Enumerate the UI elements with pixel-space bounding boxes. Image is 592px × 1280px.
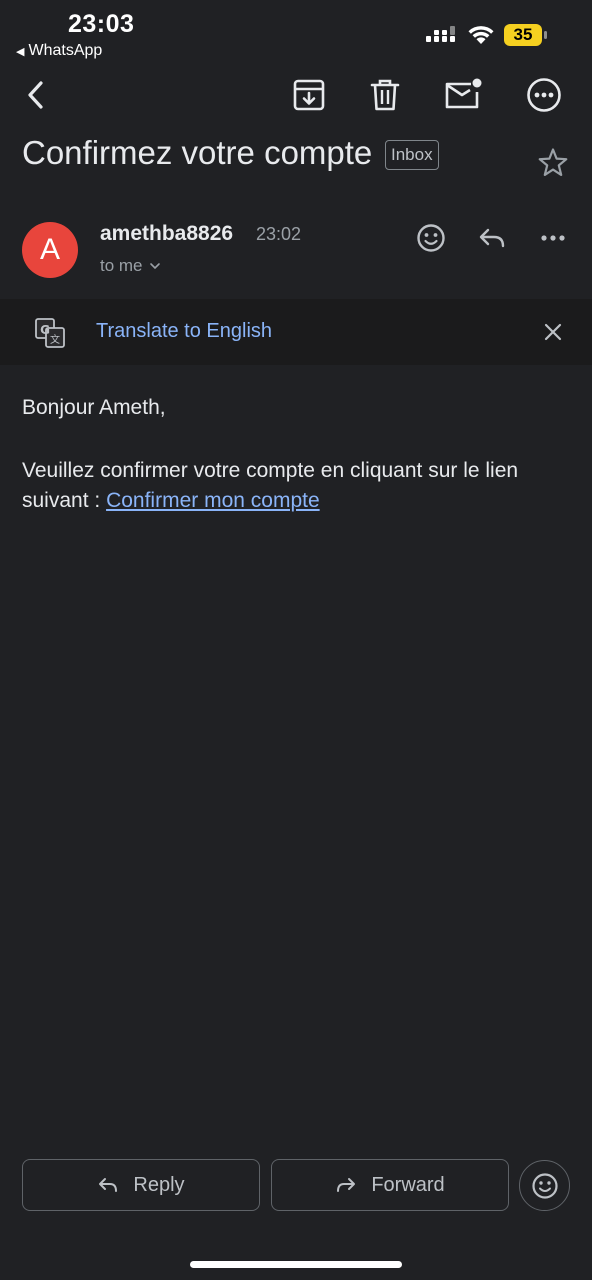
back-arrow-icon bbox=[28, 81, 43, 109]
svg-text:G: G bbox=[40, 323, 50, 337]
close-icon bbox=[544, 323, 562, 341]
translate-icon: G 文 bbox=[35, 318, 65, 348]
inbox-label-badge[interactable]: Inbox bbox=[385, 140, 439, 170]
recipient-label: to me bbox=[100, 256, 143, 275]
chevron-down-icon bbox=[149, 263, 160, 270]
translate-link[interactable]: Translate to English bbox=[96, 320, 272, 343]
back-triangle-icon: ◀ bbox=[16, 45, 25, 58]
react-emoji-button[interactable] bbox=[519, 1160, 570, 1211]
message-more-button[interactable] bbox=[533, 218, 573, 258]
forward-icon bbox=[337, 1178, 356, 1192]
translate-banner bbox=[0, 299, 592, 365]
back-button[interactable] bbox=[14, 72, 60, 118]
translate-close-button[interactable] bbox=[538, 317, 568, 347]
emoji-icon bbox=[531, 1172, 558, 1199]
confirm-account-link[interactable]: Confirmer mon compte bbox=[106, 489, 320, 512]
reply-icon bbox=[99, 1178, 118, 1192]
back-app-label: WhatsApp bbox=[28, 42, 103, 59]
reply-button[interactable]: Reply bbox=[22, 1159, 260, 1211]
home-indicator[interactable] bbox=[190, 1261, 402, 1268]
delete-button[interactable] bbox=[362, 72, 408, 118]
forward-label: Forward bbox=[371, 1173, 445, 1196]
email-greeting: Bonjour Ameth, bbox=[22, 396, 166, 419]
more-options-icon bbox=[527, 78, 561, 112]
email-subject: Confirmez votre compte bbox=[22, 134, 373, 171]
cellular-signal-icon bbox=[426, 26, 455, 42]
more-options-button[interactable] bbox=[521, 72, 567, 118]
email-message: Veuillez confirmer votre compte en cliqu… bbox=[22, 456, 570, 516]
more-horizontal-icon bbox=[541, 235, 565, 241]
svg-text:文: 文 bbox=[50, 333, 60, 346]
archive-button[interactable] bbox=[286, 72, 332, 118]
archive-icon bbox=[293, 79, 325, 111]
sender-name[interactable]: amethba8826 bbox=[100, 222, 233, 246]
reply-label: Reply bbox=[133, 1173, 185, 1196]
reply-icon-button[interactable] bbox=[472, 218, 512, 258]
recipient-details-toggle[interactable]: to me bbox=[100, 256, 161, 276]
battery-indicator: 35 bbox=[504, 24, 548, 46]
reply-icon bbox=[479, 228, 505, 248]
back-to-app-link[interactable]: ◀ WhatsApp bbox=[16, 42, 102, 60]
mark-unread-button[interactable] bbox=[440, 72, 486, 118]
sent-time: 23:02 bbox=[256, 224, 302, 244]
mark-unread-icon bbox=[445, 78, 482, 109]
wifi-icon bbox=[468, 26, 494, 44]
add-reaction-button[interactable] bbox=[411, 218, 451, 258]
status-time: 23:03 bbox=[68, 10, 135, 38]
star-icon[interactable] bbox=[536, 146, 570, 180]
battery-level: 35 bbox=[513, 25, 533, 44]
emoji-icon bbox=[417, 224, 445, 252]
trash-icon bbox=[370, 79, 400, 111]
sender-avatar[interactable]: A bbox=[22, 222, 78, 278]
forward-button[interactable]: Forward bbox=[271, 1159, 509, 1211]
